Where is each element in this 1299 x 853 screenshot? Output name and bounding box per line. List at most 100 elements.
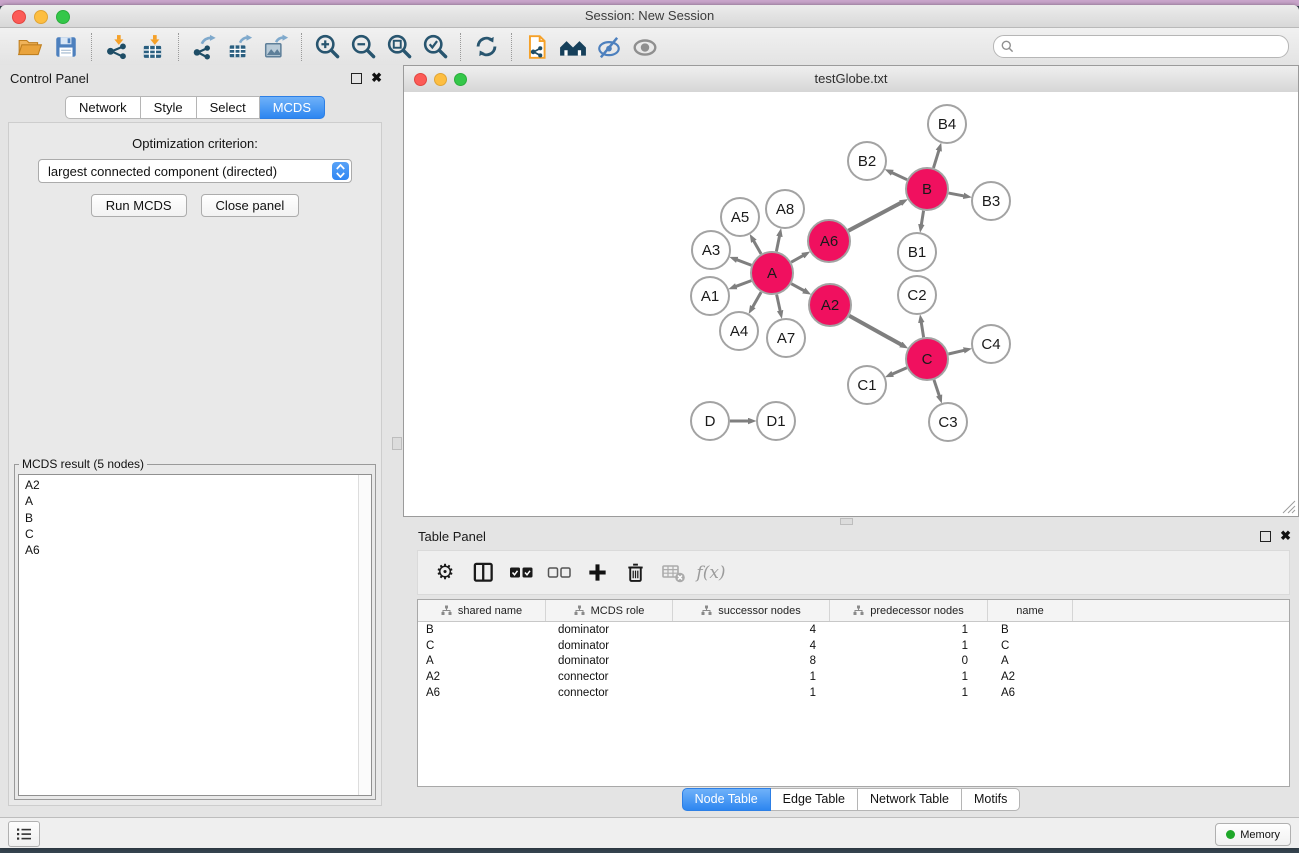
mcds-result-item[interactable]: A2 <box>19 477 371 493</box>
table-cell: B <box>988 624 1073 636</box>
task-history-button[interactable] <box>8 821 40 847</box>
graph-edge-A-A7[interactable] <box>777 295 781 312</box>
graph-edge-A-A4[interactable] <box>753 292 762 307</box>
column-header-successor-nodes[interactable]: successor nodes <box>673 600 830 621</box>
graph-edge-B-B4[interactable] <box>933 150 938 168</box>
show-eye-button[interactable] <box>627 31 663 63</box>
mcds-result-group: MCDS result (5 nodes) A2ABCA6 <box>14 457 376 800</box>
add-row-button[interactable] <box>578 555 616 591</box>
zoom-out-icon <box>350 33 377 60</box>
export-table-button[interactable] <box>222 31 258 63</box>
table-cell: 1 <box>830 671 988 683</box>
mcds-result-list[interactable]: A2ABCA6 <box>18 474 372 796</box>
graph-edge-A-A1[interactable] <box>736 281 752 287</box>
graph-node-label-B4: B4 <box>938 116 956 133</box>
open-folder-icon <box>17 34 43 60</box>
graph-edge-B-B2[interactable] <box>892 173 907 180</box>
table-row[interactable]: A6connector11A6 <box>418 685 1289 701</box>
close-panel-button[interactable]: Close panel <box>201 194 300 217</box>
list-scrollbar[interactable] <box>358 475 371 795</box>
table-row[interactable]: Bdominator41B <box>418 622 1289 638</box>
table-tab-node-table[interactable]: Node Table <box>682 788 771 811</box>
status-bar: Memory <box>0 817 1299 848</box>
tab-network[interactable]: Network <box>65 96 141 119</box>
criterion-select[interactable]: largest connected component (directed) <box>38 159 352 183</box>
search-field[interactable] <box>993 35 1289 58</box>
table-cell: 1 <box>830 640 988 652</box>
resize-grip-icon[interactable] <box>1283 501 1295 513</box>
graph-edge-A-A5[interactable] <box>754 241 761 254</box>
graph-node-label-A7: A7 <box>777 330 795 347</box>
search-input[interactable] <box>1014 39 1288 55</box>
tab-select[interactable]: Select <box>197 96 260 119</box>
refresh-button[interactable] <box>468 31 504 63</box>
graph-edge-C-C1[interactable] <box>892 368 907 374</box>
column-header-name[interactable]: name <box>988 600 1073 621</box>
table-cell: 1 <box>830 687 988 699</box>
gear-icon: ⚙ <box>436 563 455 583</box>
table-tab-motifs[interactable]: Motifs <box>962 788 1020 811</box>
zoom-out-button[interactable] <box>345 31 381 63</box>
table-row[interactable]: Adominator80A <box>418 654 1289 670</box>
float-panel-icon[interactable] <box>351 73 362 84</box>
graph-edge-A-A2[interactable] <box>791 284 804 291</box>
delete-rows-button[interactable] <box>616 555 654 591</box>
columns-icon <box>472 561 495 584</box>
show-columns-button[interactable] <box>464 555 502 591</box>
import-table-button[interactable] <box>135 31 171 63</box>
tab-style[interactable]: Style <box>141 96 197 119</box>
zoom-fit-button[interactable] <box>381 31 417 63</box>
mcds-result-item[interactable]: B <box>19 510 371 526</box>
table-row[interactable]: A2connector11A2 <box>418 669 1289 685</box>
close-panel-icon[interactable]: ✖ <box>371 72 382 84</box>
home-button[interactable] <box>555 31 591 63</box>
table-panel: Table Panel ✖ ⚙ f(x) <box>403 523 1299 818</box>
graph-edge-C-C3[interactable] <box>934 380 939 396</box>
table-tab-network-table[interactable]: Network Table <box>858 788 962 811</box>
graph-edge-A-A8[interactable] <box>776 236 779 251</box>
mcds-result-item[interactable]: C <box>19 526 371 542</box>
graph-edge-A-A3[interactable] <box>737 260 752 266</box>
mcds-result-item[interactable]: A6 <box>19 542 371 558</box>
select-all-button[interactable] <box>502 555 540 591</box>
float-table-panel-icon[interactable] <box>1260 531 1271 542</box>
network-canvas[interactable]: AA1A2A3A4A5A6A7A8BB1B2B3B4CC1C2C3C4DD1 <box>404 92 1298 516</box>
save-session-button[interactable] <box>48 31 84 63</box>
column-header-shared-name[interactable]: shared name <box>418 600 546 621</box>
graph-edge-C-C4[interactable] <box>948 350 964 354</box>
table-cell: 1 <box>673 671 830 683</box>
table-settings-button[interactable]: ⚙ <box>426 555 464 591</box>
import-network-button[interactable] <box>99 31 135 63</box>
export-network-button[interactable] <box>186 31 222 63</box>
run-mcds-button[interactable]: Run MCDS <box>91 194 187 217</box>
app-titlebar[interactable]: Session: New Session <box>0 5 1299 28</box>
deselect-all-button[interactable] <box>540 555 578 591</box>
zoom-in-button[interactable] <box>309 31 345 63</box>
graph-edge-B-B3[interactable] <box>949 193 964 196</box>
tab-mcds[interactable]: MCDS <box>260 96 325 119</box>
table-cell: A6 <box>418 687 546 699</box>
clone-network-button[interactable] <box>519 31 555 63</box>
export-image-button[interactable] <box>258 31 294 63</box>
table-cell: A2 <box>988 671 1073 683</box>
close-table-panel-icon[interactable]: ✖ <box>1280 530 1291 542</box>
graph-edge-A-A6[interactable] <box>791 255 803 262</box>
graph-edge-A2-C[interactable] <box>849 316 901 345</box>
network-window-titlebar[interactable]: testGlobe.txt <box>404 66 1298 93</box>
zoom-fit-icon <box>386 33 413 60</box>
vertical-splitter-handle[interactable] <box>392 437 402 450</box>
column-header-predecessor-nodes[interactable]: predecessor nodes <box>830 600 988 621</box>
zoom-selected-button[interactable] <box>417 31 453 63</box>
hide-vizmapper-button[interactable] <box>591 31 627 63</box>
table-row[interactable]: Cdominator41C <box>418 638 1289 654</box>
graph-edge-B-B1[interactable] <box>921 211 923 225</box>
graph-edge-C-C2[interactable] <box>921 322 923 337</box>
criterion-selected-value: largest connected component (directed) <box>48 164 277 179</box>
graph-edge-A6-B[interactable] <box>848 203 901 231</box>
mcds-result-item[interactable]: A <box>19 493 371 509</box>
memory-button[interactable]: Memory <box>1215 823 1291 846</box>
column-type-icon <box>853 605 864 616</box>
open-session-button[interactable] <box>12 31 48 63</box>
column-header-MCDS-role[interactable]: MCDS role <box>546 600 673 621</box>
table-tab-edge-table[interactable]: Edge Table <box>771 788 858 811</box>
